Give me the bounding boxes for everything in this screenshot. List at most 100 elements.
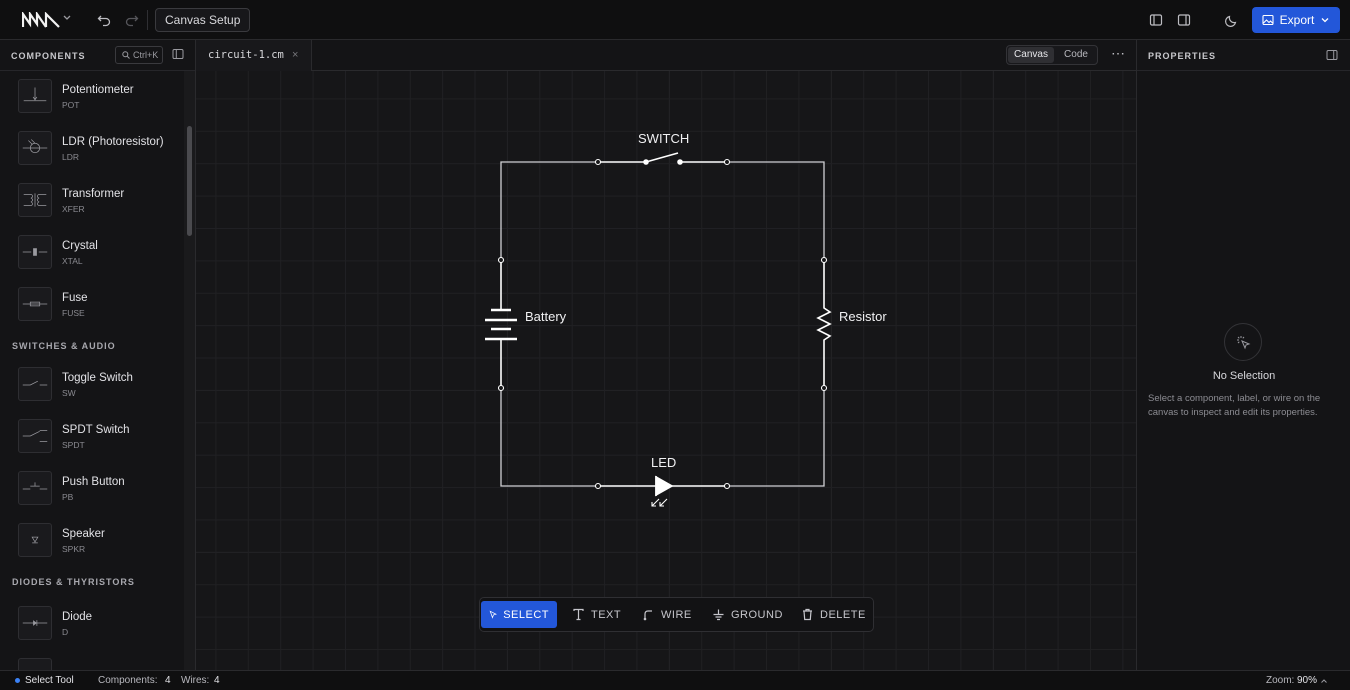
battery-label[interactable]: Battery bbox=[525, 309, 566, 324]
component-item-partial[interactable] bbox=[0, 650, 183, 670]
component-item-transformer[interactable]: Transformer XFER bbox=[0, 175, 183, 227]
text-tool-button[interactable]: TEXT bbox=[564, 601, 629, 628]
component-item-potentiometer[interactable]: Potentiometer POT bbox=[0, 71, 183, 123]
components-sidebar: COMPONENTS Ctrl+K Potentiometer POT LDR … bbox=[0, 40, 196, 670]
canvas-view-button[interactable]: Canvas bbox=[1008, 47, 1054, 63]
component-item-fuse[interactable]: Fuse FUSE bbox=[0, 279, 183, 331]
toggle-right-panel-icon[interactable] bbox=[1172, 8, 1196, 32]
fuse-symbol-icon bbox=[18, 287, 52, 321]
export-label: Export bbox=[1279, 13, 1315, 27]
properties-title: PROPERTIES bbox=[1148, 51, 1217, 61]
crystal-symbol-icon bbox=[18, 235, 52, 269]
properties-panel: PROPERTIES No Selection Select a compone… bbox=[1136, 40, 1350, 670]
component-list: Potentiometer POT LDR (Photoresistor) LD… bbox=[0, 40, 183, 670]
diode-symbol-icon bbox=[18, 606, 52, 640]
components-count-label: Components: bbox=[98, 675, 158, 686]
ground-tool-label: GROUND bbox=[731, 608, 783, 621]
image-icon bbox=[1262, 14, 1274, 26]
component-name: Push Button bbox=[62, 476, 125, 488]
component-code: SPDT bbox=[62, 440, 85, 450]
switch-component bbox=[598, 152, 727, 165]
ground-tool-button[interactable]: GROUND bbox=[704, 601, 791, 628]
group-header-switches: SWITCHES & AUDIO bbox=[0, 331, 183, 359]
component-item-spdt-switch[interactable]: SPDT Switch SPDT bbox=[0, 411, 183, 463]
component-name: Toggle Switch bbox=[62, 372, 133, 384]
zoom-value[interactable]: 90% bbox=[1297, 675, 1317, 686]
component-code: SPKR bbox=[62, 544, 86, 554]
component-name: Speaker bbox=[62, 528, 105, 540]
component-name: Potentiometer bbox=[62, 84, 134, 96]
component-item-speaker[interactable]: Speaker SPKR bbox=[0, 515, 183, 567]
select-tool-label: SELECT bbox=[503, 608, 549, 621]
code-view-button[interactable]: Code bbox=[1055, 47, 1097, 63]
potentiometer-symbol-icon bbox=[18, 79, 52, 113]
component-item-push-button[interactable]: Push Button PB bbox=[0, 463, 183, 515]
wire-tool-button[interactable]: WIRE bbox=[634, 601, 700, 628]
more-options-icon[interactable]: ⋯ bbox=[1110, 46, 1126, 63]
toolbar-divider bbox=[147, 10, 148, 30]
group-header-diodes: DIODES & THYRISTORS bbox=[0, 567, 183, 598]
group-title: SWITCHES & AUDIO bbox=[12, 341, 116, 351]
toggle-switch-symbol-icon bbox=[18, 367, 52, 401]
circuit-canvas[interactable]: SWITCH Battery Resistor LED SELECT TEXT … bbox=[196, 71, 1136, 670]
sidebar-scrollbar-thumb[interactable] bbox=[187, 126, 192, 236]
no-selection-description: Select a component, label, or wire on th… bbox=[1148, 393, 1321, 418]
component-thumbnail bbox=[18, 658, 52, 670]
component-code: FUSE bbox=[62, 308, 85, 318]
properties-header: PROPERTIES bbox=[1137, 40, 1350, 71]
component-item-toggle-switch[interactable]: Toggle Switch SW bbox=[0, 359, 183, 411]
component-item-crystal[interactable]: Crystal XTAL bbox=[0, 227, 183, 279]
editor-tab-bar: circuit-1.cm × Canvas Code ⋯ bbox=[196, 40, 1136, 71]
dark-mode-moon-icon[interactable] bbox=[1220, 8, 1244, 32]
delete-tool-label: DELETE bbox=[820, 608, 866, 621]
group-title: DIODES & THYRISTORS bbox=[12, 577, 135, 587]
chevron-down-icon[interactable] bbox=[62, 13, 72, 23]
cursor-pointer-icon bbox=[489, 610, 497, 619]
component-code: LDR bbox=[62, 152, 80, 162]
component-item-diode[interactable]: Diode D bbox=[0, 598, 183, 650]
active-tool-status: Select Tool bbox=[25, 675, 74, 686]
component-name: SPDT Switch bbox=[62, 424, 130, 436]
component-code: SW bbox=[62, 388, 76, 398]
cursor-click-icon bbox=[1237, 336, 1251, 350]
component-name: Diode bbox=[62, 611, 93, 623]
led-label[interactable]: LED bbox=[651, 455, 676, 470]
no-selection-title: No Selection bbox=[1212, 370, 1276, 382]
tab-circuit-file[interactable]: circuit-1.cm × bbox=[196, 40, 312, 71]
canvas-setup-button[interactable]: Canvas Setup bbox=[155, 8, 251, 32]
component-item-ldr[interactable]: LDR (Photoresistor) LDR bbox=[0, 123, 183, 175]
led-component bbox=[598, 475, 727, 507]
select-tool-button[interactable]: SELECT bbox=[481, 601, 557, 628]
resistor-label[interactable]: Resistor bbox=[839, 309, 887, 324]
wire-top-left bbox=[500, 161, 598, 260]
top-bar: Canvas Setup Export bbox=[0, 0, 1350, 40]
wires-count-value: 4 bbox=[214, 675, 220, 686]
resistor-component bbox=[816, 260, 832, 388]
chevron-down-icon bbox=[1321, 18, 1329, 23]
close-icon[interactable]: × bbox=[292, 49, 298, 61]
wire-top-right bbox=[727, 161, 825, 260]
redo-icon[interactable] bbox=[120, 8, 144, 32]
delete-tool-button[interactable]: DELETE bbox=[793, 601, 874, 628]
export-button[interactable]: Export bbox=[1252, 7, 1340, 33]
chevron-up-icon[interactable] bbox=[1320, 677, 1328, 685]
status-indicator-dot bbox=[15, 678, 20, 683]
battery-component bbox=[485, 260, 517, 388]
toggle-left-panel-icon[interactable] bbox=[1144, 8, 1168, 32]
collapse-properties-icon[interactable] bbox=[1326, 49, 1338, 61]
status-bar: Select Tool Components: 4 Wires: 4 Zoom:… bbox=[0, 670, 1350, 690]
text-tool-label: TEXT bbox=[591, 608, 622, 621]
undo-icon[interactable] bbox=[92, 8, 116, 32]
component-code: XTAL bbox=[62, 256, 83, 266]
tab-label: circuit-1.cm bbox=[208, 49, 284, 61]
component-code: XFER bbox=[62, 204, 85, 214]
switch-label[interactable]: SWITCH bbox=[638, 131, 689, 146]
wire-bottom-left bbox=[500, 388, 598, 487]
components-count-value: 4 bbox=[165, 675, 171, 686]
component-code: PB bbox=[62, 492, 74, 502]
component-name: Fuse bbox=[62, 292, 88, 304]
component-code: D bbox=[62, 627, 69, 637]
wire-bottom-right bbox=[727, 388, 825, 487]
app-logo-icon[interactable] bbox=[22, 12, 60, 28]
ground-icon bbox=[713, 609, 724, 621]
